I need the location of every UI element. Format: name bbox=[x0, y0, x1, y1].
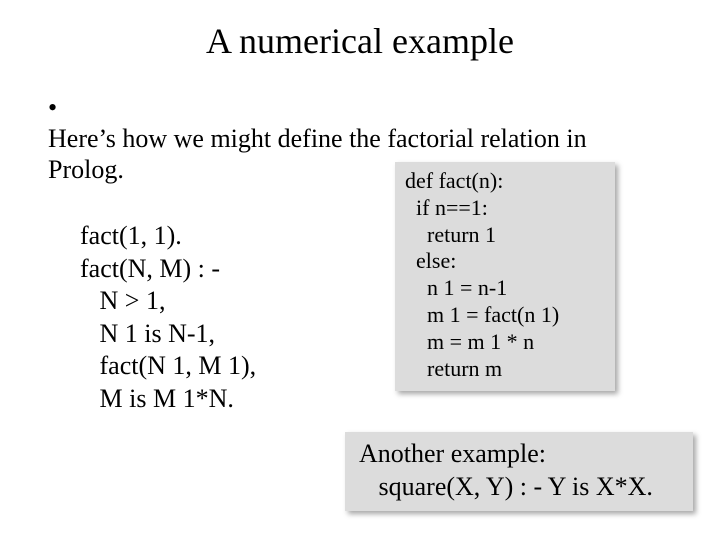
python-line: m 1 = fact(n 1) bbox=[405, 302, 559, 327]
prolog-code: fact(1, 1). fact(N, M) : - N > 1, N 1 is… bbox=[80, 220, 256, 415]
prolog-line: N > 1, bbox=[80, 285, 256, 318]
prolog-line: fact(N, M) : - bbox=[80, 253, 256, 286]
bullet-marker: • bbox=[48, 92, 66, 123]
python-line: if n==1: bbox=[405, 195, 488, 220]
prolog-line: N 1 is N-1, bbox=[80, 318, 256, 351]
python-line: return 1 bbox=[405, 222, 496, 247]
page-title: A numerical example bbox=[0, 20, 720, 62]
prolog-line: M is M 1*N. bbox=[80, 383, 256, 416]
python-line: else: bbox=[405, 248, 456, 273]
python-code-box: def fact(n): if n==1: return 1 else: n 1… bbox=[395, 162, 615, 391]
example-line: square(X, Y) : - Y is X*X. bbox=[359, 471, 679, 504]
python-line: n 1 = n-1 bbox=[405, 275, 507, 300]
python-line: return m bbox=[405, 356, 502, 381]
example-box: Another example: square(X, Y) : - Y is X… bbox=[345, 432, 693, 511]
python-line: m = m 1 * n bbox=[405, 329, 534, 354]
prolog-line: fact(N 1, M 1), bbox=[80, 350, 256, 383]
example-line: Another example: bbox=[359, 438, 679, 471]
python-line: def fact(n): bbox=[405, 168, 503, 193]
slide: A numerical example • Here’s how we migh… bbox=[0, 0, 720, 540]
prolog-line: fact(1, 1). bbox=[80, 220, 256, 253]
